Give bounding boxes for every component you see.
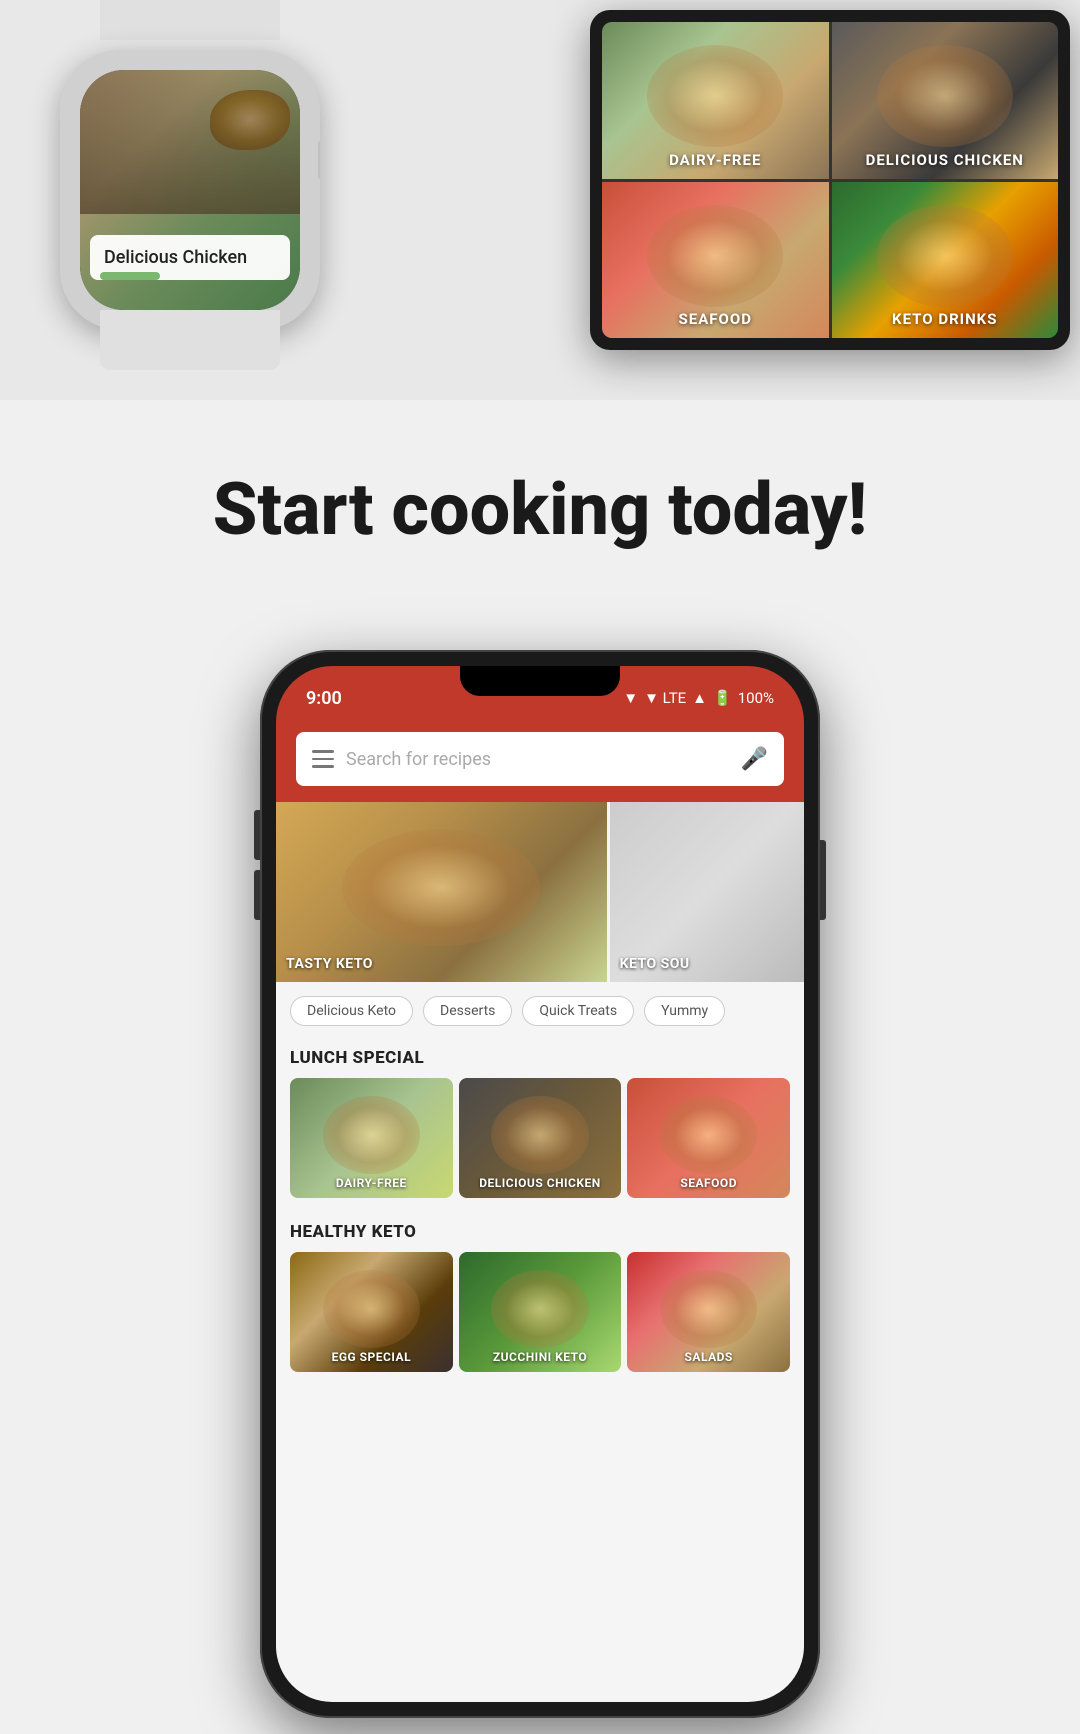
volume-up-button	[254, 810, 260, 860]
hk-card-egg-special[interactable]: EGG SPECIAL	[290, 1252, 453, 1372]
lunch-label-delicious-chicken: DELICIOUS CHICKEN	[459, 1176, 622, 1190]
watch-image-overlay	[80, 70, 300, 214]
search-input-wrap[interactable]: Search for recipes 🎤	[296, 732, 784, 786]
tablet-cell-keto-drinks: KETO DRINKS	[832, 182, 1059, 339]
hamburger-line-1	[312, 750, 334, 753]
hk-card-salads[interactable]: SALADS	[627, 1252, 790, 1372]
tablet-label-dairy-free: DAIRY-FREE	[602, 151, 829, 169]
microphone-icon[interactable]: 🎤	[741, 747, 768, 772]
watch-food-image: Delicious Chicken	[80, 70, 300, 310]
status-icons: ▼ ▼ LTE ▲ 🔋 100%	[623, 689, 774, 707]
wifi-icon: ▼	[623, 689, 638, 707]
watch-band-top	[100, 0, 280, 40]
tablet-label-keto-drinks: KETO DRINKS	[832, 310, 1059, 328]
phone-content: TASTY KETO KETO SOU Delicious Keto Desse…	[276, 802, 804, 1702]
hamburger-menu-button[interactable]	[312, 750, 334, 768]
network-text: ▼ LTE	[644, 689, 686, 707]
tablet-cell-seafood: SEAFOOD	[602, 182, 829, 339]
top-section: Delicious Chicken DAIRY-FREE	[0, 0, 1080, 400]
healthy-keto-grid: EGG SPECIAL ZUCCHINI KETO SALADS	[276, 1252, 804, 1388]
lunch-card-delicious-chicken[interactable]: DELICIOUS CHICKEN	[459, 1078, 622, 1198]
battery-icon: 🔋	[713, 689, 732, 707]
lunch-card-seafood[interactable]: SEAFOOD	[627, 1078, 790, 1198]
watch-label-box: Delicious Chicken	[90, 235, 290, 280]
hamburger-line-2	[312, 758, 334, 761]
watch-crown	[318, 140, 320, 180]
hero-food-decoration	[276, 802, 607, 982]
phone-notch	[460, 666, 620, 696]
watch-device: Delicious Chicken	[30, 20, 350, 380]
tablet-label-delicious-chicken: DELICIOUS CHICKEN	[832, 151, 1059, 169]
tablet-cell-dairy-free: DAIRY-FREE	[602, 22, 829, 179]
tablet-cell-delicious-chicken: DELICIOUS CHICKEN	[832, 22, 1059, 179]
phone-wrapper: 9:00 ▼ ▼ LTE ▲ 🔋 100%	[260, 650, 820, 1734]
hero-card-keto-soup[interactable]: KETO SOU	[610, 802, 804, 982]
tablet-label-seafood: SEAFOOD	[602, 310, 829, 328]
lunch-label-seafood: SEAFOOD	[627, 1176, 790, 1190]
hero-cards-row: TASTY KETO KETO SOU	[276, 802, 804, 982]
battery-text: 100%	[738, 689, 774, 707]
power-button	[820, 840, 826, 920]
tags-row: Delicious Keto Desserts Quick Treats Yum…	[276, 982, 804, 1040]
lunch-special-grid: DAIRY-FREE DELICIOUS CHICKEN SEAFOOD	[276, 1078, 804, 1214]
hamburger-line-3	[312, 765, 334, 768]
lunch-label-dairy-free: DAIRY-FREE	[290, 1176, 453, 1190]
tagline-section: Start cooking today!	[0, 400, 1080, 620]
watch-case: Delicious Chicken	[60, 50, 320, 330]
hk-label-zucchini-keto: ZUCCHINI KETO	[459, 1350, 622, 1364]
watch-band-bottom	[100, 310, 280, 370]
tag-desserts[interactable]: Desserts	[423, 996, 512, 1026]
signal-icon: ▲	[692, 689, 707, 707]
tag-delicious-keto[interactable]: Delicious Keto	[290, 996, 413, 1026]
watch-recipe-title: Delicious Chicken	[104, 247, 247, 268]
hero-card-label-2: KETO SOU	[620, 956, 690, 972]
lunch-card-dairy-free[interactable]: DAIRY-FREE	[290, 1078, 453, 1198]
volume-down-button	[254, 870, 260, 920]
phone-section: 9:00 ▼ ▼ LTE ▲ 🔋 100%	[0, 620, 1080, 1704]
tablet-device: DAIRY-FREE DELICIOUS CHICKEN SEAFOOD	[580, 0, 1080, 360]
search-bar: Search for recipes 🎤	[276, 722, 804, 802]
hk-card-zucchini-keto[interactable]: ZUCCHINI KETO	[459, 1252, 622, 1372]
healthy-keto-header: HEALTHY KETO	[276, 1214, 804, 1252]
tagline: Start cooking today!	[213, 470, 867, 549]
hk-label-egg-special: EGG SPECIAL	[290, 1350, 453, 1364]
tablet-screen: DAIRY-FREE DELICIOUS CHICKEN SEAFOOD	[602, 22, 1058, 338]
hero-card-label-1: TASTY KETO	[286, 956, 373, 972]
phone-screen: 9:00 ▼ ▼ LTE ▲ 🔋 100%	[276, 666, 804, 1702]
phone-device: 9:00 ▼ ▼ LTE ▲ 🔋 100%	[260, 650, 820, 1718]
tag-yummy[interactable]: Yummy	[644, 996, 725, 1026]
tag-quick-treats[interactable]: Quick Treats	[522, 996, 634, 1026]
watch-screen: Delicious Chicken	[80, 70, 300, 310]
tablet-body: DAIRY-FREE DELICIOUS CHICKEN SEAFOOD	[590, 10, 1070, 350]
lunch-special-header: LUNCH SPECIAL	[276, 1040, 804, 1078]
hk-label-salads: SALADS	[627, 1350, 790, 1364]
search-input[interactable]: Search for recipes	[346, 749, 729, 770]
hero-card-tasty-keto[interactable]: TASTY KETO	[276, 802, 607, 982]
status-time: 9:00	[306, 688, 342, 709]
